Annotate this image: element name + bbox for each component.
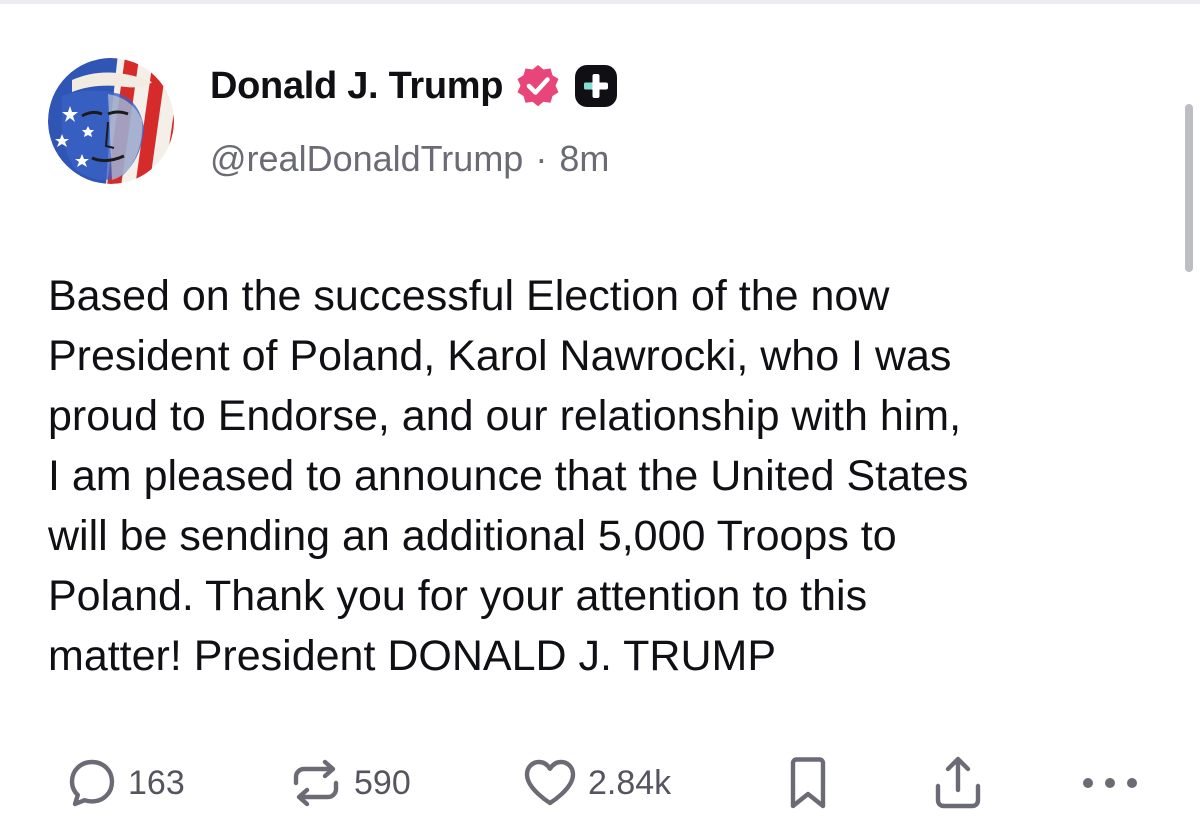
post-body: Based on the successful Election of the … bbox=[48, 266, 1158, 686]
more-icon bbox=[1083, 778, 1137, 788]
scrollbar-thumb[interactable] bbox=[1185, 104, 1193, 272]
author-handle[interactable]: @realDonaldTrump bbox=[210, 138, 523, 180]
reply-button[interactable]: 163 bbox=[66, 745, 185, 821]
top-divider bbox=[0, 0, 1200, 4]
like-count: 2.84k bbox=[588, 763, 672, 802]
reply-count: 163 bbox=[128, 763, 185, 802]
more-options-button[interactable] bbox=[1080, 745, 1140, 821]
bookmark-icon bbox=[790, 757, 826, 809]
verified-badge-icon bbox=[515, 63, 561, 109]
post-line: will be sending an additional 5,000 Troo… bbox=[48, 512, 897, 560]
plus-badge-icon bbox=[573, 63, 619, 109]
retruth-button[interactable]: 590 bbox=[288, 745, 411, 821]
heart-icon bbox=[524, 759, 576, 806]
post-line: Poland. Thank you for your attention to … bbox=[48, 572, 868, 620]
share-icon bbox=[935, 756, 981, 809]
retruth-icon bbox=[293, 759, 339, 807]
author-name-row: Donald J. Trump bbox=[210, 58, 619, 114]
bookmark-button[interactable] bbox=[784, 745, 832, 821]
post-line: Based on the successful Election of the … bbox=[48, 272, 890, 320]
post-line: President of Poland, Karol Nawrocki, who… bbox=[48, 332, 952, 380]
post-action-bar: 163 590 2.84k bbox=[0, 745, 1200, 821]
reply-icon bbox=[69, 759, 115, 807]
avatar-image bbox=[48, 58, 174, 184]
avatar[interactable] bbox=[48, 58, 174, 184]
author-meta-row: @realDonaldTrump · 8m bbox=[210, 133, 609, 185]
meta-separator: · bbox=[535, 138, 548, 179]
post-line: I am pleased to announce that the United… bbox=[48, 452, 969, 500]
post-timestamp[interactable]: 8m bbox=[559, 138, 609, 180]
post-line: matter! President DONALD J. TRUMP bbox=[48, 632, 776, 680]
post-line: proud to Endorse, and our relationship w… bbox=[48, 392, 962, 440]
author-display-name[interactable]: Donald J. Trump bbox=[210, 65, 504, 108]
like-button[interactable]: 2.84k bbox=[522, 745, 671, 821]
share-button[interactable] bbox=[930, 745, 986, 821]
retruth-count: 590 bbox=[354, 763, 411, 802]
